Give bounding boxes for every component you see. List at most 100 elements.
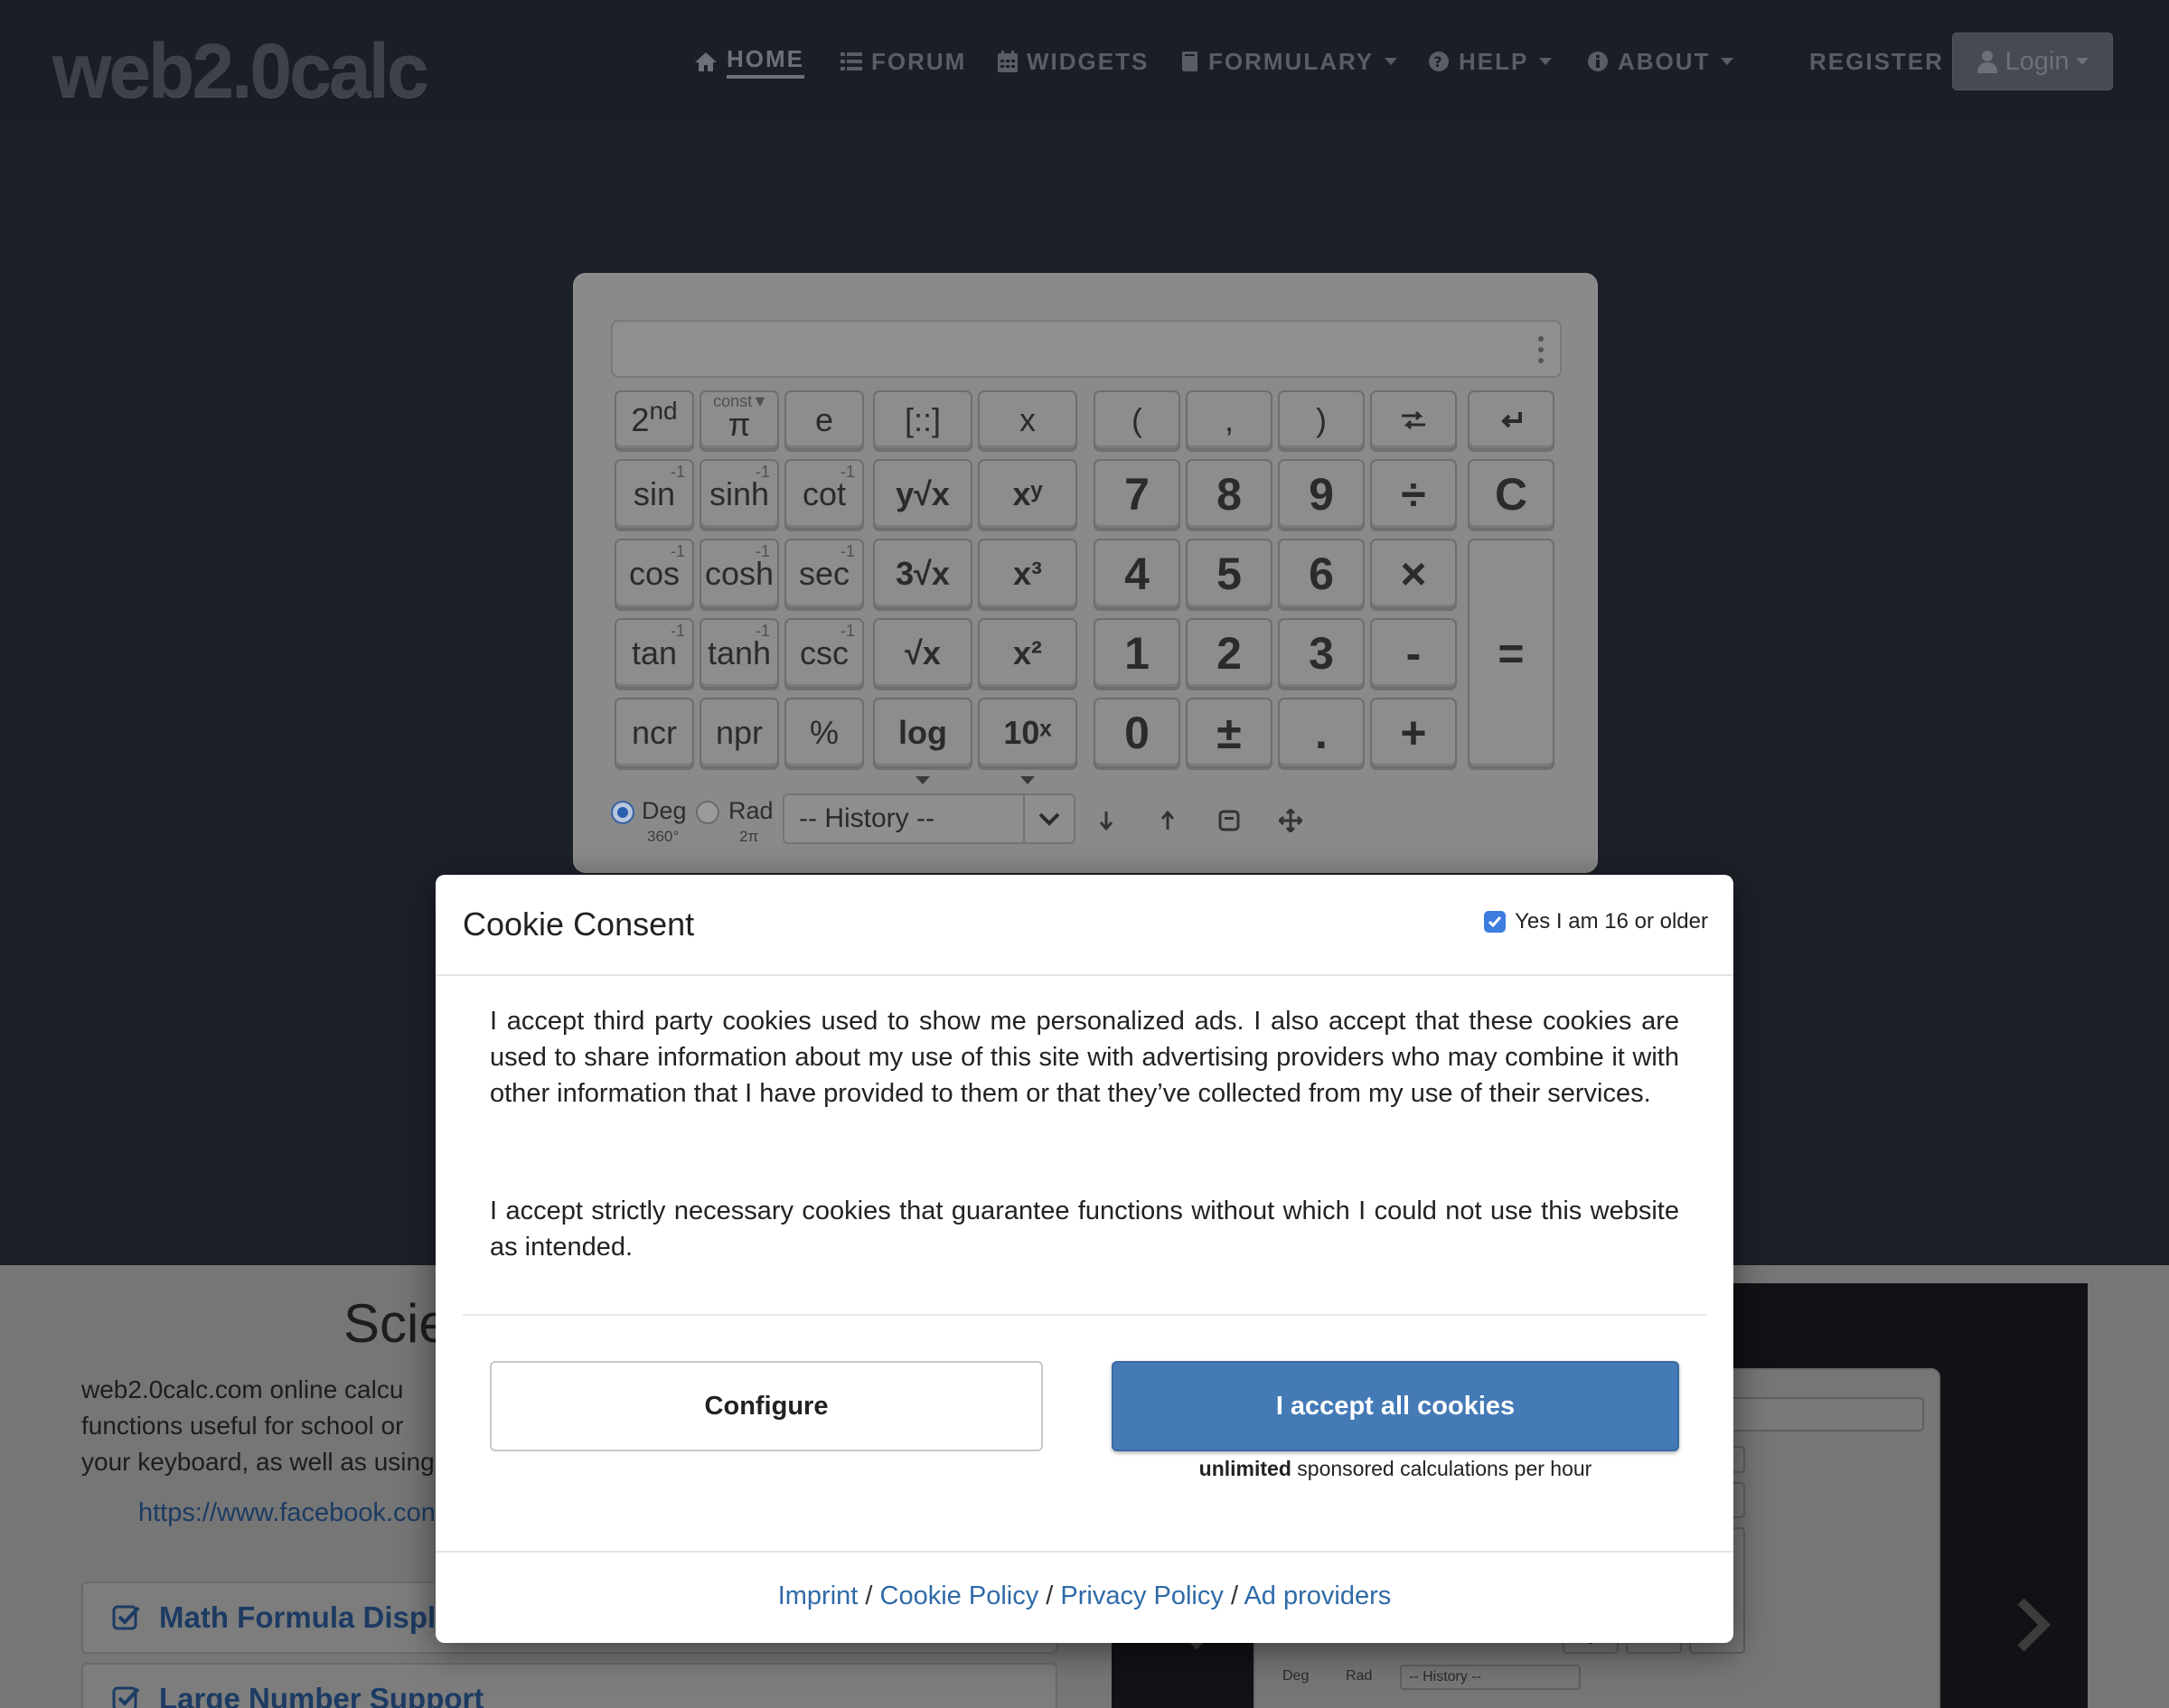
key-pi[interactable]: const▼ π — [700, 390, 779, 450]
arrow-up-icon[interactable] — [1151, 804, 1184, 837]
more-vertical-icon[interactable] — [1538, 336, 1544, 363]
feature-large-number[interactable]: Large Number Support — [81, 1663, 1057, 1708]
key-tan[interactable]: -1 tan — [615, 618, 694, 689]
register-link[interactable]: REGISTER — [1809, 42, 1944, 81]
nav-about[interactable]: ABOUT — [1587, 42, 1734, 81]
svg-text:?: ? — [1433, 53, 1443, 70]
key-clear-label: C — [1494, 469, 1528, 520]
key-dot[interactable]: . — [1278, 698, 1365, 768]
key-cosh[interactable]: -1 cosh — [700, 539, 779, 609]
key-percent[interactable]: % — [784, 698, 864, 768]
key-pi-label: π — [728, 406, 751, 443]
history-select[interactable]: -- History -- — [783, 793, 1075, 844]
key-4[interactable]: 4 — [1094, 539, 1180, 609]
check-square-icon — [112, 1605, 140, 1630]
key-npr[interactable]: npr — [700, 698, 779, 768]
nav-formulary-label: FORMULARY — [1208, 47, 1375, 75]
key-matrix-label: [::] — [904, 401, 941, 438]
key-minus[interactable]: - — [1370, 618, 1457, 689]
deg-radio[interactable] — [611, 801, 634, 824]
accept-note-bold: unlimited — [1198, 1457, 1291, 1480]
key-log-label: log — [898, 714, 947, 751]
login-button[interactable]: Login — [1952, 33, 2113, 90]
key-2[interactable]: 2 — [1186, 618, 1272, 689]
key-plusminus[interactable]: ± — [1186, 698, 1272, 768]
key-xpowy[interactable]: xʸ — [978, 459, 1077, 530]
nav-widgets[interactable]: WIDGETS — [998, 42, 1149, 81]
key-2nd[interactable]: 2nd — [615, 390, 694, 450]
cookie-policy-link[interactable]: Cookie Policy — [880, 1581, 1039, 1610]
privacy-policy-link[interactable]: Privacy Policy — [1060, 1581, 1224, 1610]
facebook-link[interactable]: https://www.facebook.con — [138, 1498, 436, 1528]
key-lparen[interactable]: ( — [1094, 390, 1180, 450]
key-multiply[interactable]: × — [1370, 539, 1457, 609]
key-8-label: 8 — [1216, 469, 1242, 520]
key-cuberoot[interactable]: 3√x — [873, 539, 972, 609]
mini-rad: Rad — [1346, 1668, 1373, 1684]
key-2-label: 2 — [1216, 628, 1242, 679]
key-7[interactable]: 7 — [1094, 459, 1180, 530]
key-1[interactable]: 1 — [1094, 618, 1180, 689]
backspace-arrow-icon — [1501, 412, 1522, 428]
key-dot-label: . — [1315, 708, 1328, 758]
key-backspace[interactable] — [1468, 390, 1554, 450]
key-cot[interactable]: -1 cot — [784, 459, 864, 530]
key-sec[interactable]: -1 sec — [784, 539, 864, 609]
key-rparen[interactable]: ) — [1278, 390, 1365, 450]
key-sin[interactable]: -1 sin — [615, 459, 694, 530]
nav-formulary[interactable]: FORMULARY — [1181, 42, 1398, 81]
key-log[interactable]: log — [873, 698, 972, 784]
key-equals[interactable]: = — [1468, 539, 1554, 768]
chevron-down-icon[interactable] — [1023, 795, 1074, 842]
checkbox-checked-icon[interactable] — [1484, 911, 1507, 933]
key-e[interactable]: e — [784, 390, 864, 450]
book-icon — [1182, 52, 1197, 71]
key-tanh[interactable]: -1 tanh — [700, 618, 779, 689]
key-x[interactable]: x — [978, 390, 1077, 450]
key-sinh[interactable]: -1 sinh — [700, 459, 779, 530]
key-sqrt[interactable]: √x — [873, 618, 972, 689]
window-icon[interactable] — [1213, 804, 1245, 837]
key-swap[interactable] — [1370, 390, 1457, 450]
key-ncr[interactable]: ncr — [615, 698, 694, 768]
key-tenpow[interactable]: 10ˣ — [978, 698, 1077, 784]
nav-home[interactable]: HOME — [694, 42, 804, 81]
site-logo[interactable]: web2.0calc — [52, 25, 429, 116]
move-arrows-icon[interactable] — [1274, 804, 1307, 837]
key-3[interactable]: 3 — [1278, 618, 1365, 689]
arrow-down-icon[interactable] — [1090, 804, 1122, 837]
key-plus[interactable]: + — [1370, 698, 1457, 768]
key-0[interactable]: 0 — [1094, 698, 1180, 768]
ad-providers-link[interactable]: Ad providers — [1244, 1581, 1391, 1610]
rad-radio[interactable] — [696, 801, 719, 824]
key-cos[interactable]: -1 cos — [615, 539, 694, 609]
key-comma[interactable]: , — [1186, 390, 1272, 450]
key-6[interactable]: 6 — [1278, 539, 1365, 609]
key-square[interactable]: x² — [978, 618, 1077, 689]
key-sin-inv: -1 — [670, 463, 685, 481]
key-sqrt-label: √x — [905, 634, 941, 671]
rad-label: Rad — [728, 797, 774, 824]
key-clear[interactable]: C — [1468, 459, 1554, 530]
link-separator: / — [858, 1581, 880, 1610]
configure-button[interactable]: Configure — [490, 1361, 1043, 1451]
key-yroot[interactable]: y√x — [873, 459, 972, 530]
key-divide[interactable]: ÷ — [1370, 459, 1457, 530]
key-5[interactable]: 5 — [1186, 539, 1272, 609]
nav-forum[interactable]: FORUM — [840, 42, 966, 81]
section-title: Scie — [343, 1293, 449, 1354]
imprint-link[interactable]: Imprint — [778, 1581, 859, 1610]
key-tan-inv: -1 — [670, 622, 685, 640]
key-8[interactable]: 8 — [1186, 459, 1272, 530]
accept-all-cookies-button[interactable]: I accept all cookies — [1112, 1361, 1679, 1451]
calculator-display[interactable] — [611, 320, 1562, 378]
key-cube[interactable]: x³ — [978, 539, 1077, 609]
key-cos-inv: -1 — [670, 542, 685, 560]
key-1-label: 1 — [1124, 628, 1150, 679]
nav-help[interactable]: ? HELP — [1428, 42, 1553, 81]
key-matrix[interactable]: [::] — [873, 390, 972, 450]
age-confirm-checkbox[interactable]: Yes I am 16 or older — [1484, 909, 1708, 934]
key-9[interactable]: 9 — [1278, 459, 1365, 530]
carousel-next-icon[interactable] — [2015, 1598, 2052, 1652]
key-csc[interactable]: -1 csc — [784, 618, 864, 689]
